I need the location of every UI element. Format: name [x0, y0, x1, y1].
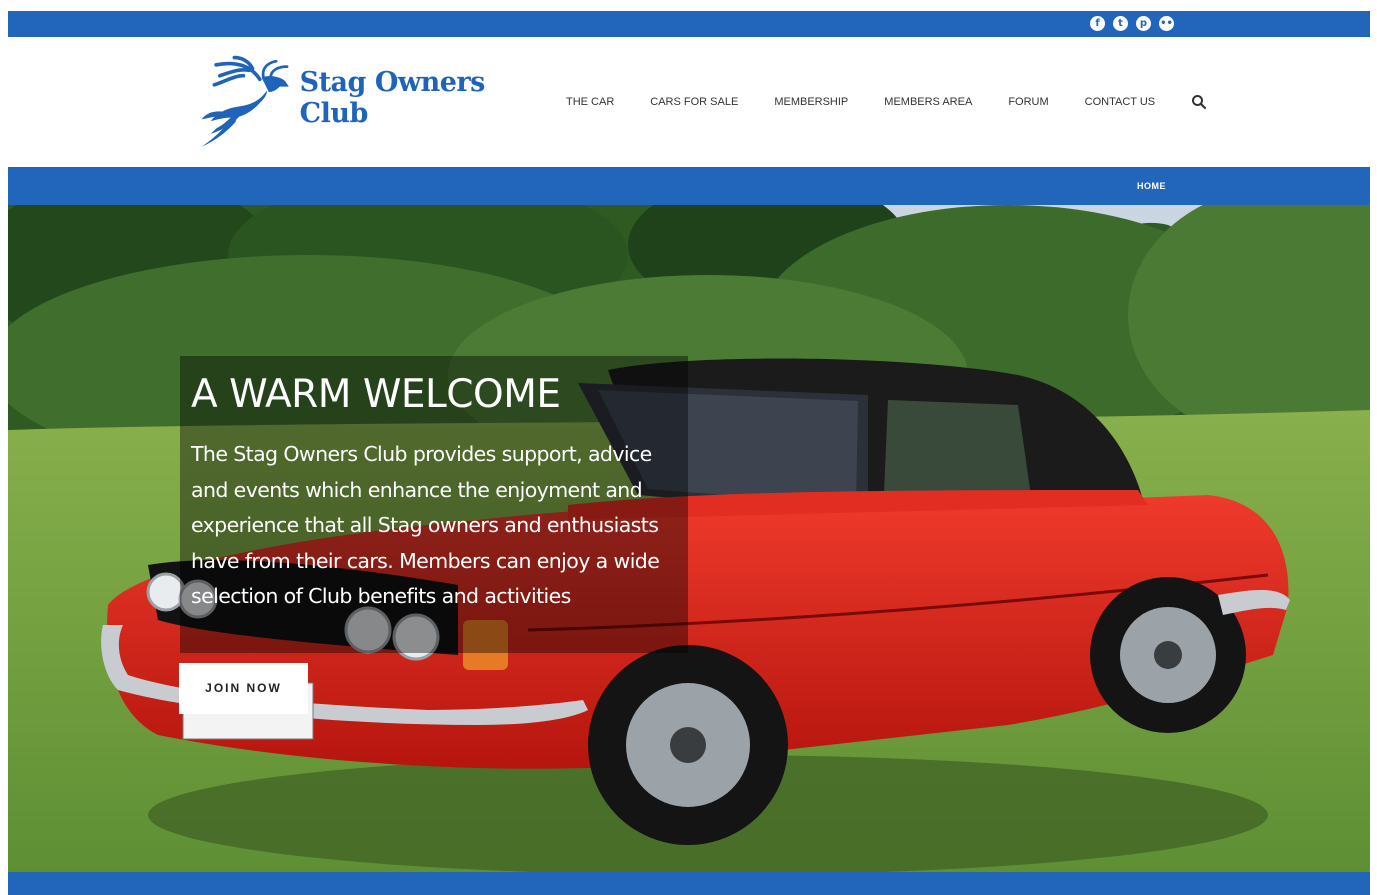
stag-logo-icon: [201, 55, 289, 147]
bottom-bar: [8, 872, 1370, 895]
main-nav: THE CAR CARS FOR SALE MEMBERSHIP MEMBERS…: [566, 94, 1207, 110]
facebook-icon[interactable]: f: [1090, 16, 1105, 31]
hero-banner: A WARM WELCOME The Stag Owners Club prov…: [8, 205, 1370, 872]
search-icon[interactable]: [1191, 94, 1207, 110]
site-logo[interactable]: Stag Owners Club: [198, 51, 538, 155]
nav-the-car[interactable]: THE CAR: [566, 96, 614, 108]
hero-description: The Stag Owners Club provides support, a…: [191, 442, 660, 608]
twitter-icon[interactable]: t: [1113, 16, 1128, 31]
nav-contact-us[interactable]: CONTACT US: [1085, 96, 1156, 108]
nav-membership[interactable]: MEMBERSHIP: [774, 96, 848, 108]
nav-members-area[interactable]: MEMBERS AREA: [884, 96, 972, 108]
page: f t p •• Stag Owners Club THE CAR CARS F…: [8, 11, 1370, 895]
nav-forum[interactable]: FORUM: [1008, 96, 1048, 108]
site-header: Stag Owners Club THE CAR CARS FOR SALE M…: [8, 37, 1370, 167]
hero-title: A WARM WELCOME: [191, 372, 561, 417]
join-now-button[interactable]: JOIN NOW: [179, 663, 308, 714]
top-bar: f t p ••: [8, 11, 1370, 37]
nav-cars-for-sale[interactable]: CARS FOR SALE: [650, 96, 738, 108]
breadcrumb-home[interactable]: HOME: [1137, 181, 1166, 191]
social-links: f t p ••: [1090, 16, 1174, 31]
logo-text: Stag Owners Club: [299, 67, 486, 129]
flickr-icon[interactable]: ••: [1159, 16, 1174, 31]
breadcrumb-bar: HOME: [8, 167, 1370, 205]
pinterest-icon[interactable]: p: [1136, 16, 1151, 31]
